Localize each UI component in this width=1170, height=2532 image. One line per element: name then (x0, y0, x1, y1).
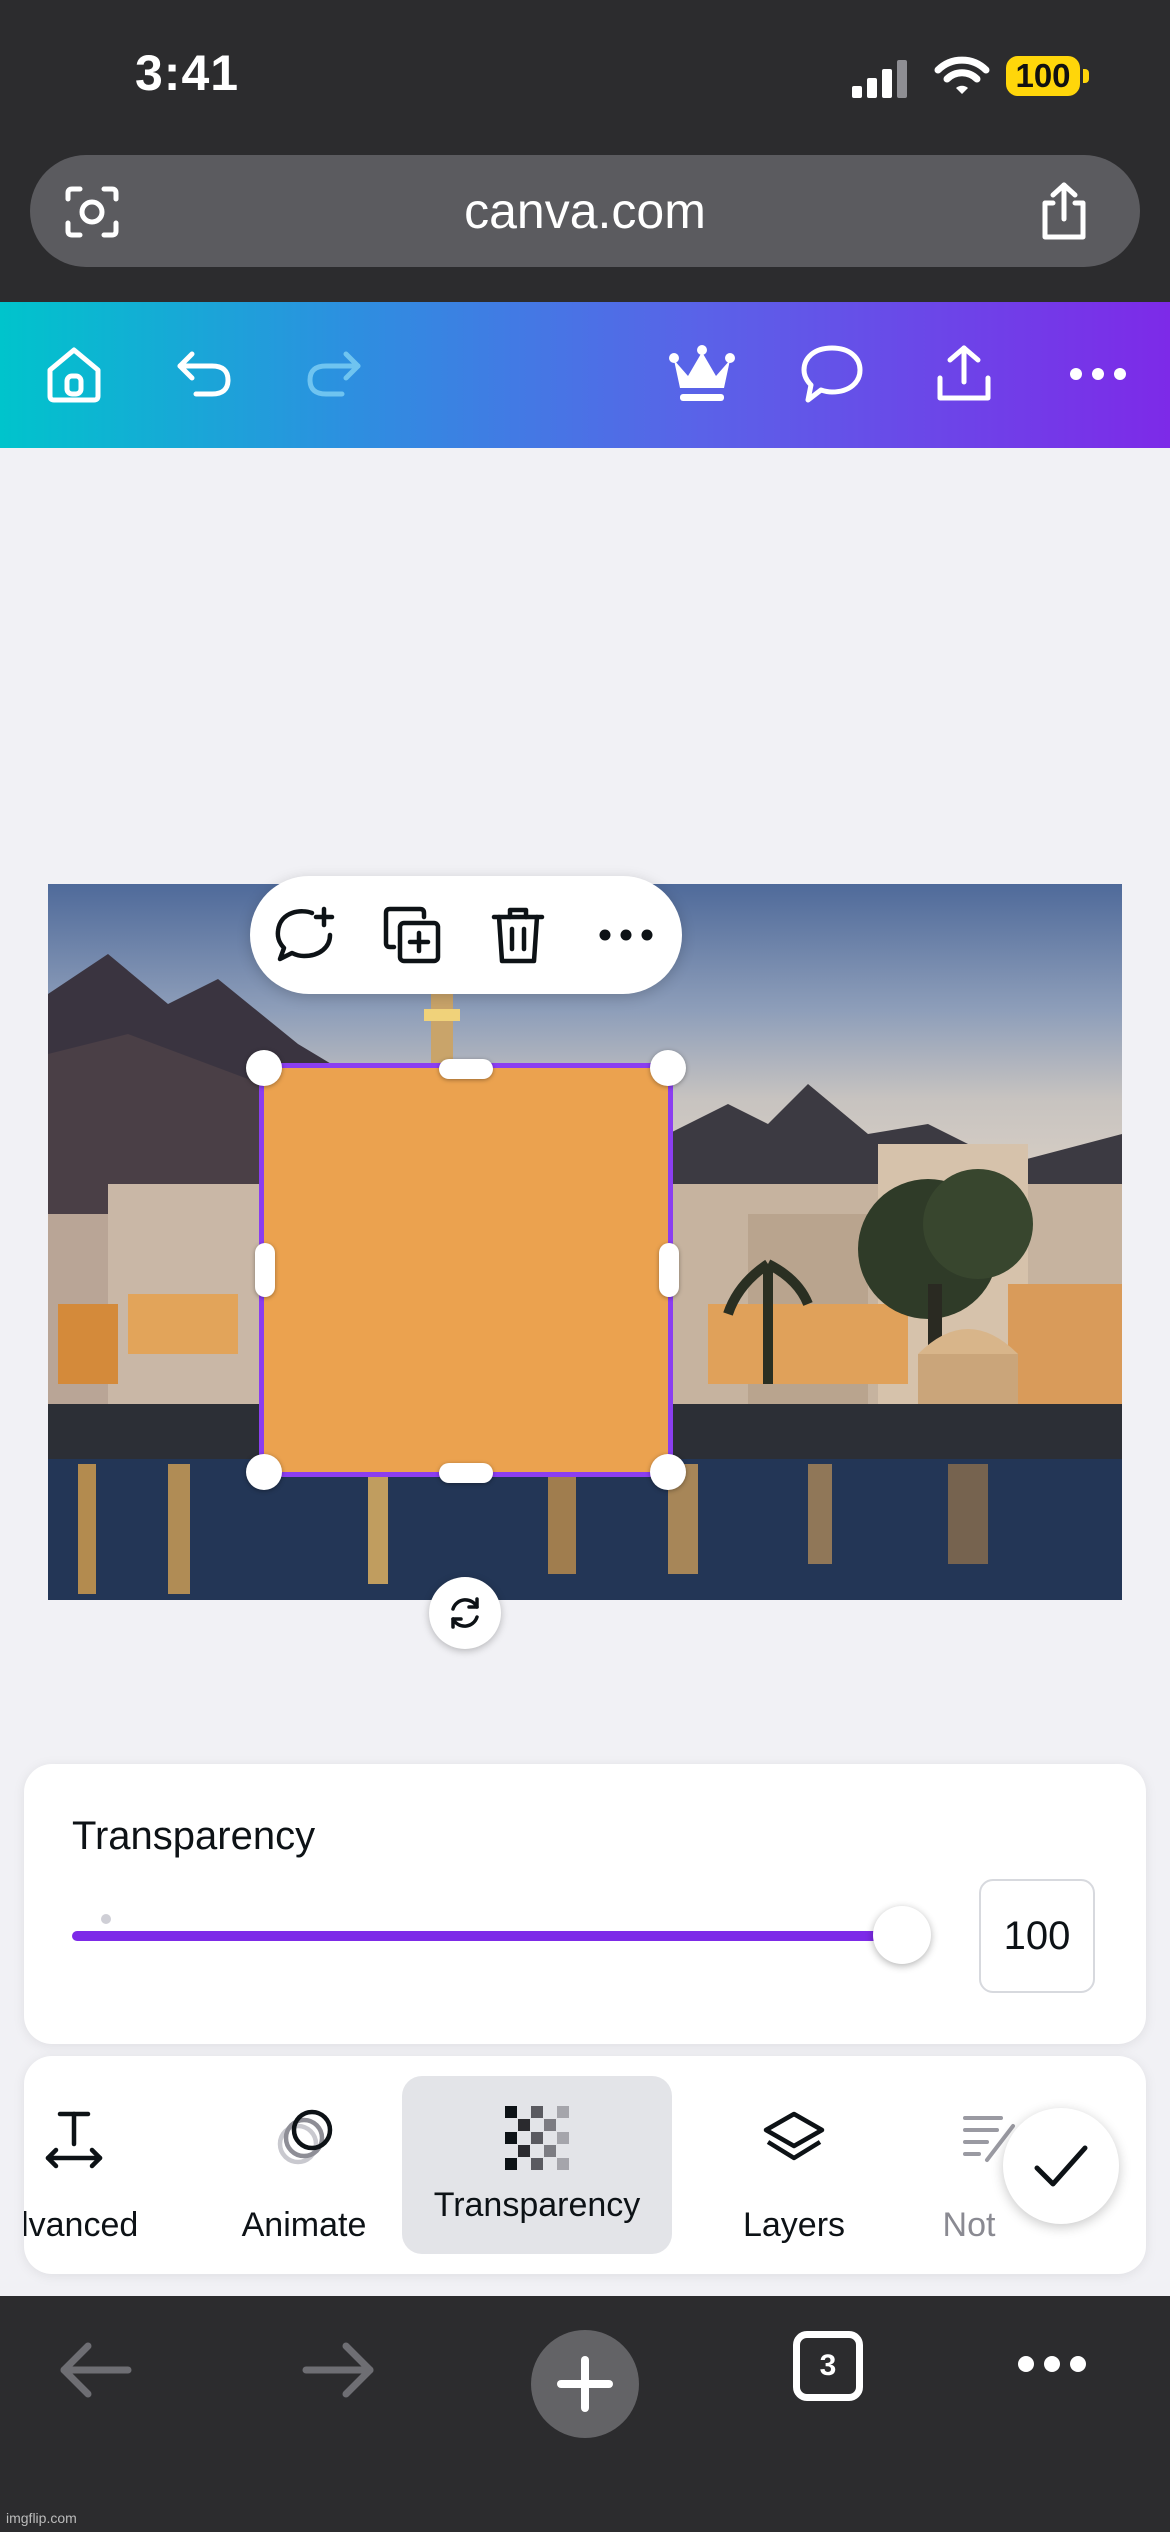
tool-label: Animate (241, 2206, 367, 2244)
crown-icon[interactable] (668, 342, 736, 406)
delete-icon[interactable] (490, 905, 546, 965)
text-width-icon (42, 2106, 106, 2170)
add-comment-icon[interactable] (272, 905, 336, 965)
comment-icon[interactable] (800, 342, 864, 406)
watermark: imgflip.com (6, 2510, 77, 2526)
slider-snap-dot (101, 1914, 111, 1924)
browser-top-bar: 3:41 100 canva.com (0, 0, 1170, 302)
tool-animate[interactable]: Animate (204, 2056, 404, 2274)
share-icon[interactable] (932, 342, 996, 406)
more-icon[interactable] (596, 905, 656, 965)
tool-layers[interactable]: Layers (694, 2056, 894, 2274)
url-text[interactable]: canva.com (30, 155, 1140, 267)
home-icon[interactable] (42, 342, 106, 406)
resize-handle-top[interactable] (439, 1059, 493, 1079)
panel-title: Transparency (72, 1814, 316, 1858)
checkerboard-icon (505, 2106, 569, 2170)
new-tab-button[interactable] (531, 2330, 639, 2438)
status-time: 3:41 (135, 45, 240, 101)
tool-label: Transparency (433, 2186, 641, 2224)
transparency-value-input[interactable]: 100 (979, 1879, 1095, 1993)
browser-bottom-bar: 3 (0, 2296, 1170, 2532)
resize-handle-right[interactable] (659, 1243, 679, 1297)
resize-handle-bottom-left[interactable] (246, 1454, 282, 1490)
element-context-menu (250, 876, 682, 994)
rotate-handle[interactable] (429, 1577, 501, 1649)
redo-icon (302, 342, 366, 406)
duplicate-icon[interactable] (382, 905, 442, 965)
tool-transparency[interactable]: Transparency (402, 2076, 672, 2254)
address-bar[interactable]: canva.com (30, 155, 1140, 267)
undo-icon[interactable] (172, 342, 236, 406)
forward-arrow-icon[interactable] (302, 2340, 376, 2400)
checkmark-icon (1033, 2140, 1089, 2192)
done-button[interactable] (1003, 2108, 1119, 2224)
animate-icon (272, 2106, 336, 2170)
tool-label: Layers (742, 2206, 846, 2244)
editor-tool-strip: dvanced Animate Transparency Layers (24, 2056, 1146, 2274)
resize-handle-left[interactable] (255, 1243, 275, 1297)
browser-more-icon[interactable] (1016, 2348, 1088, 2380)
tool-label: dvanced (24, 2206, 139, 2244)
plus-icon (557, 2356, 613, 2412)
browser-share-icon[interactable] (1035, 181, 1093, 243)
transparency-panel: Transparency 100 (24, 1764, 1146, 2044)
tabs-count-button[interactable]: 3 (793, 2331, 863, 2401)
more-icon[interactable] (1066, 342, 1130, 406)
transparency-slider-track[interactable] (72, 1931, 902, 1941)
resize-handle-top-left[interactable] (246, 1050, 282, 1086)
wifi-icon (934, 54, 990, 98)
back-arrow-icon[interactable] (58, 2340, 132, 2400)
cellular-signal-icon (852, 58, 908, 98)
canva-top-toolbar (0, 302, 1170, 448)
resize-handle-top-right[interactable] (650, 1050, 686, 1086)
layers-icon (762, 2106, 826, 2170)
tool-advanced[interactable]: dvanced (24, 2056, 164, 2274)
transparency-slider-thumb[interactable] (873, 1906, 931, 1964)
resize-handle-bottom[interactable] (439, 1463, 493, 1483)
tool-label: Not (942, 2206, 996, 2244)
resize-handle-bottom-right[interactable] (650, 1454, 686, 1490)
rotate-icon (445, 1593, 485, 1633)
battery-tip (1083, 69, 1089, 83)
page-lens-icon[interactable] (64, 185, 120, 239)
battery-indicator: 100 (1006, 56, 1080, 96)
selected-square-shape[interactable] (259, 1063, 673, 1477)
